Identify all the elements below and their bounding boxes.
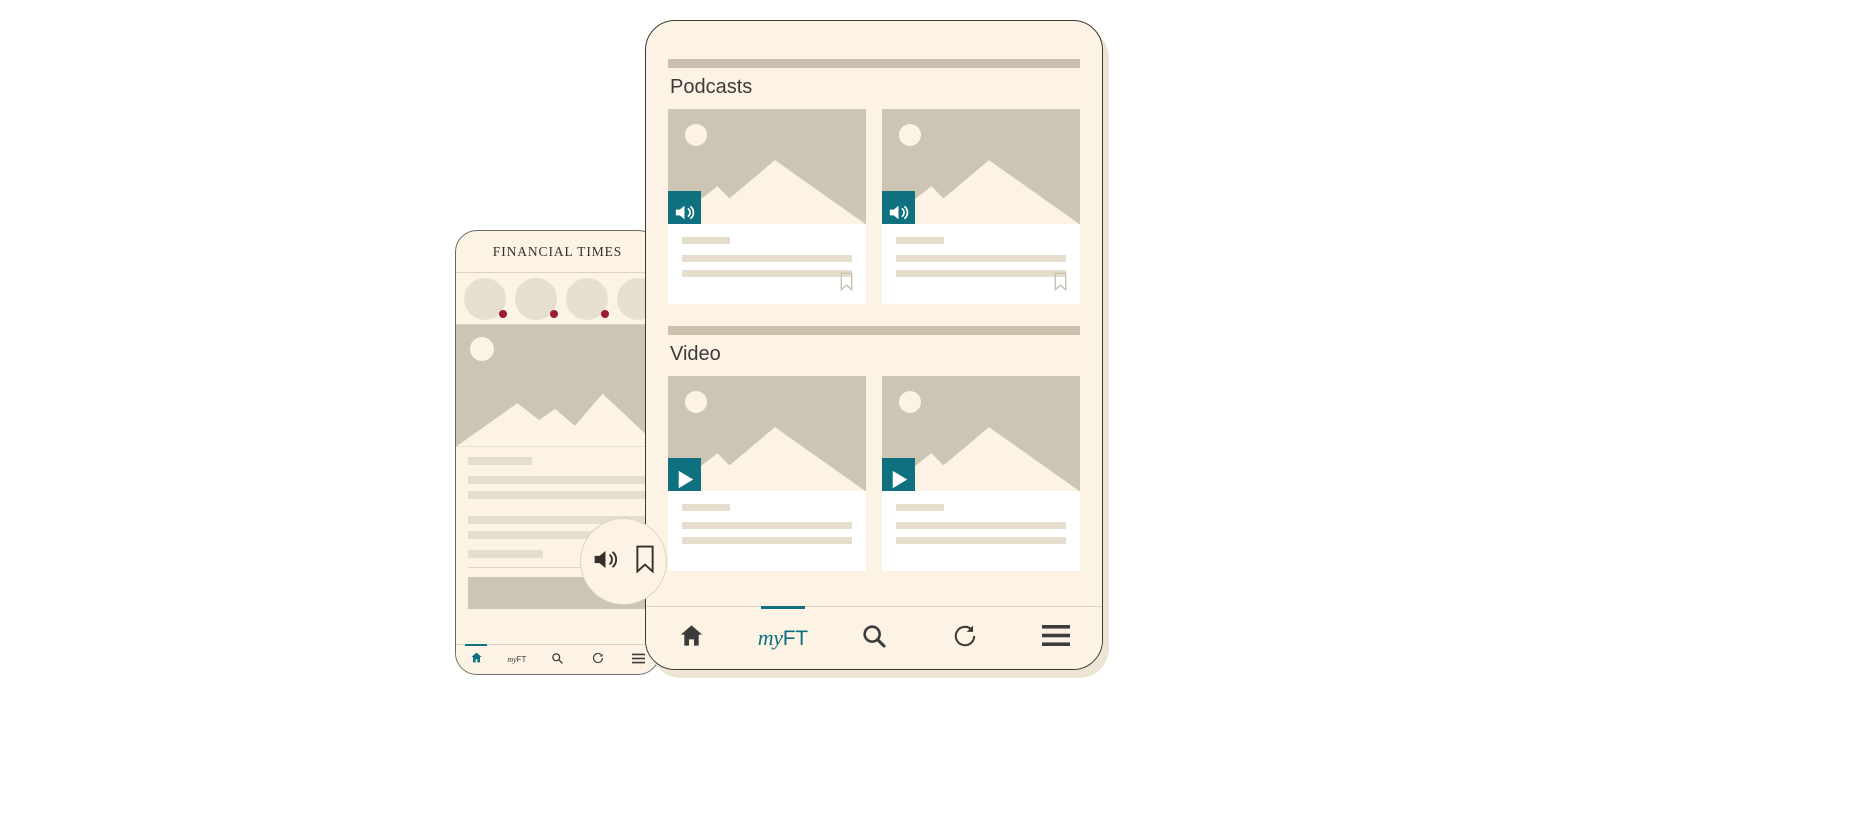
tablet-content-scroll[interactable]: Podcasts Video bbox=[646, 21, 1102, 606]
phone-story-rail[interactable] bbox=[456, 273, 659, 325]
bookmark-icon[interactable] bbox=[634, 545, 656, 578]
section-title-video: Video bbox=[670, 343, 721, 365]
phone-device: FINANCIAL TIMES myFT bbox=[455, 230, 660, 675]
card-thumbnail[interactable] bbox=[882, 109, 1080, 224]
card-thumbnail[interactable] bbox=[882, 376, 1080, 491]
canvas: FINANCIAL TIMES myFT Podcasts Video myFT bbox=[0, 0, 1860, 833]
skeleton-line bbox=[468, 476, 647, 484]
unread-dot-icon bbox=[550, 309, 558, 318]
podcast-audio-badge[interactable] bbox=[882, 191, 915, 224]
skeleton-kicker bbox=[896, 237, 944, 244]
card-thumbnail[interactable] bbox=[668, 109, 866, 224]
phone-nav-home[interactable] bbox=[461, 643, 491, 675]
skeleton-line bbox=[682, 537, 852, 544]
phone-article-image[interactable] bbox=[456, 325, 659, 447]
tablet-nav-refresh[interactable] bbox=[933, 607, 997, 669]
refresh-icon bbox=[952, 623, 978, 654]
myft-icon: myFT bbox=[757, 625, 808, 650]
video-card-row bbox=[646, 376, 1102, 571]
card-text bbox=[882, 224, 1080, 304]
tablet-nav-search[interactable] bbox=[842, 607, 906, 669]
menu-icon bbox=[632, 651, 646, 669]
podcast-audio-badge[interactable] bbox=[668, 191, 701, 224]
search-icon bbox=[551, 651, 564, 669]
audio-bookmark-overlay[interactable] bbox=[580, 518, 667, 605]
card-text bbox=[668, 224, 866, 304]
menu-icon bbox=[1042, 625, 1071, 651]
card-text bbox=[668, 491, 866, 571]
skeleton-kicker bbox=[468, 457, 533, 465]
story-avatar-3[interactable] bbox=[566, 277, 609, 320]
unread-dot-icon bbox=[601, 309, 609, 318]
tablet-nav-menu[interactable] bbox=[1024, 607, 1088, 669]
video-play-badge[interactable] bbox=[668, 458, 701, 491]
skeleton-kicker bbox=[468, 550, 544, 558]
home-icon bbox=[470, 651, 483, 669]
video-card-1[interactable] bbox=[668, 376, 866, 571]
speaker-icon[interactable] bbox=[591, 545, 620, 579]
skeleton-line bbox=[682, 270, 852, 277]
skeleton-kicker bbox=[896, 504, 944, 511]
search-icon bbox=[861, 623, 887, 654]
mountain-icon bbox=[456, 394, 659, 447]
tablet-bottom-nav[interactable]: myFT bbox=[646, 606, 1102, 669]
skeleton-line bbox=[896, 522, 1066, 529]
skeleton-line bbox=[682, 522, 852, 529]
story-avatar-2[interactable] bbox=[515, 277, 558, 320]
skeleton-line bbox=[682, 255, 852, 262]
home-icon bbox=[678, 622, 705, 654]
podcast-card-2[interactable] bbox=[882, 109, 1080, 304]
section-divider bbox=[668, 59, 1080, 68]
bookmark-icon[interactable] bbox=[1053, 272, 1068, 296]
phone-nav-search[interactable] bbox=[542, 645, 572, 675]
skeleton-line bbox=[896, 537, 1066, 544]
unread-dot-icon bbox=[499, 309, 507, 318]
refresh-icon bbox=[592, 651, 604, 669]
sun-icon bbox=[470, 337, 494, 361]
story-avatar-1[interactable] bbox=[464, 277, 507, 320]
phone-nav-myft[interactable]: myFT bbox=[502, 645, 532, 675]
skeleton-line bbox=[468, 491, 647, 499]
skeleton-line bbox=[896, 255, 1066, 262]
card-text bbox=[882, 491, 1080, 571]
skeleton-kicker bbox=[682, 237, 730, 244]
tablet-nav-myft[interactable]: myFT bbox=[751, 606, 815, 669]
phone-nav-refresh[interactable] bbox=[583, 645, 613, 675]
skeleton-kicker bbox=[682, 504, 730, 511]
phone-masthead-bar: FINANCIAL TIMES bbox=[456, 231, 659, 273]
skeleton-line bbox=[896, 270, 1066, 277]
section-title-podcasts: Podcasts bbox=[670, 76, 753, 98]
card-thumbnail[interactable] bbox=[668, 376, 866, 491]
myft-icon: myFT bbox=[507, 654, 527, 664]
tablet-device: Podcasts Video myFT bbox=[645, 20, 1103, 670]
phone-bottom-nav[interactable]: myFT bbox=[456, 643, 659, 675]
podcast-card-1[interactable] bbox=[668, 109, 866, 304]
section-divider bbox=[668, 326, 1080, 335]
bookmark-icon[interactable] bbox=[839, 272, 854, 296]
phone-masthead-title: FINANCIAL TIMES bbox=[492, 243, 623, 259]
tablet-nav-home[interactable] bbox=[660, 607, 724, 669]
video-play-badge[interactable] bbox=[882, 458, 915, 491]
podcast-card-row bbox=[646, 109, 1102, 304]
video-card-2[interactable] bbox=[882, 376, 1080, 571]
